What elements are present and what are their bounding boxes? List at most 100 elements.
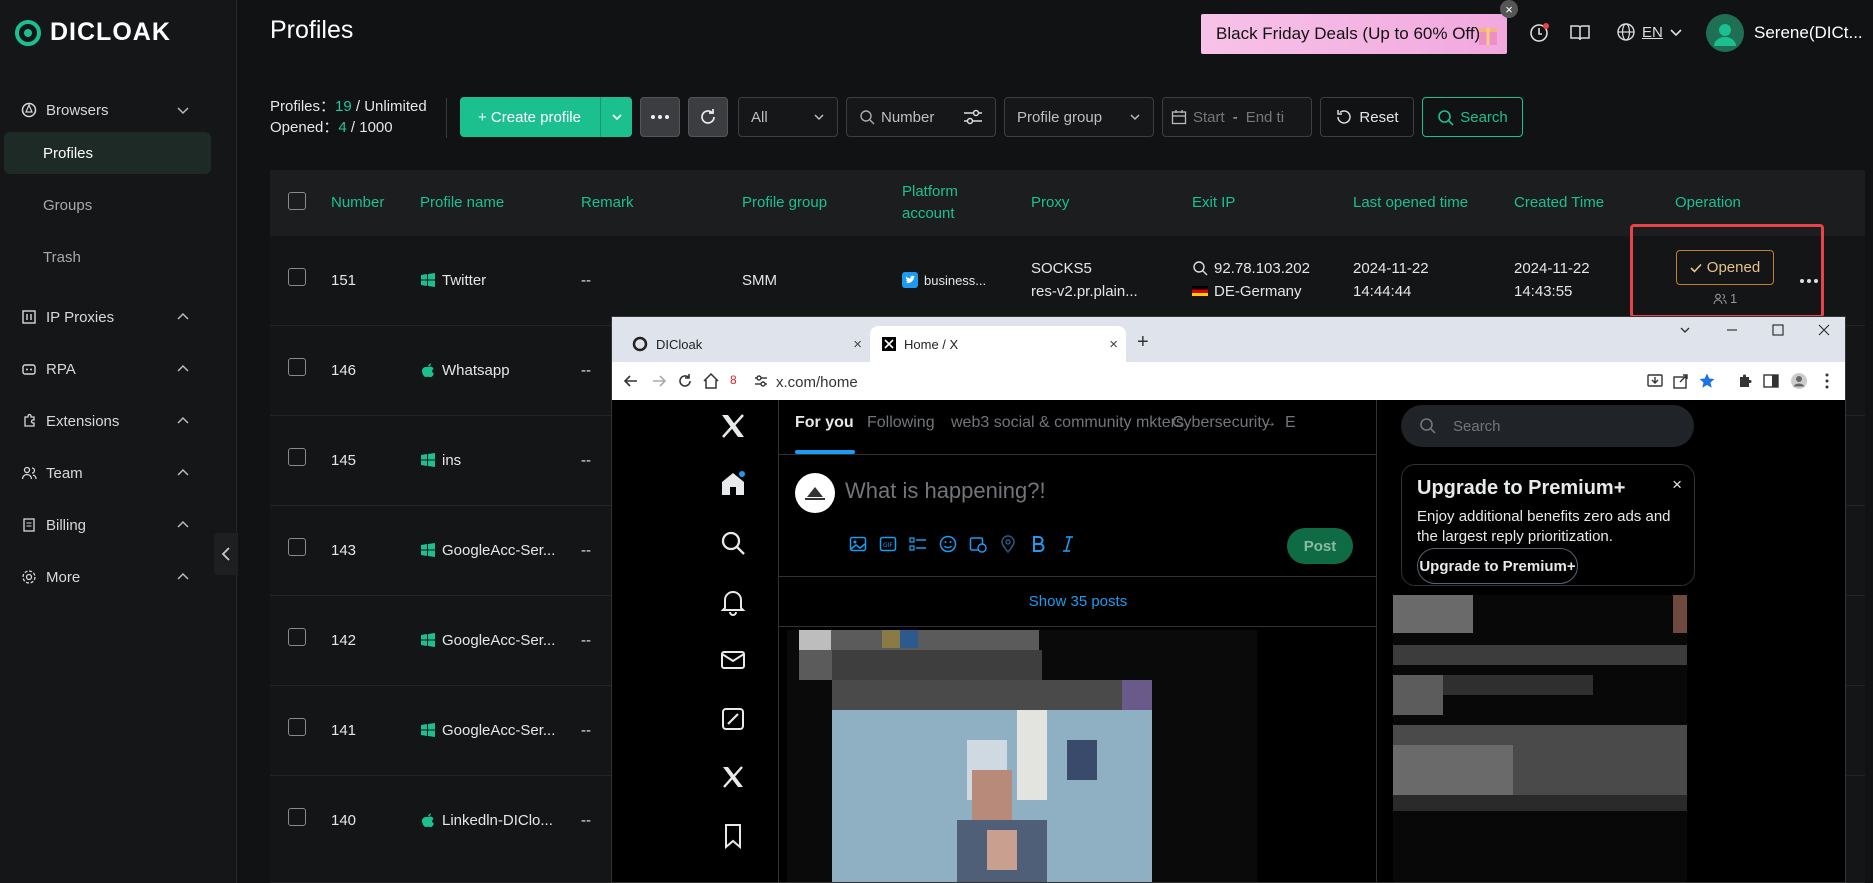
browser-tab-x[interactable]: Home / X × <box>870 326 1126 362</box>
close-icon[interactable]: × <box>1672 475 1682 495</box>
row-checkbox[interactable] <box>288 268 306 286</box>
promo-banner[interactable]: Black Friday Deals (Up to 60% Off) <box>1201 14 1507 54</box>
row-checkbox[interactable] <box>288 448 306 466</box>
composer-input[interactable]: What is happening?! <box>845 478 1046 504</box>
docs-book-icon[interactable] <box>1569 22 1591 44</box>
user-menu[interactable]: Serene(DICt... <box>1706 14 1863 52</box>
close-tab-icon[interactable]: × <box>853 336 862 353</box>
reload-icon[interactable] <box>676 372 694 390</box>
italic-icon[interactable] <box>1059 535 1077 553</box>
col-proxy[interactable]: Proxy <box>1031 170 1069 236</box>
tab-web3-social[interactable]: web3 social & community mkters <box>951 414 1184 432</box>
ip-check-icon[interactable] <box>1192 260 1208 276</box>
dicloak-logo[interactable]: DICLOAK <box>14 18 171 47</box>
cell-profile-name[interactable]: GoogleAcc-Ser... <box>420 629 555 652</box>
avatar[interactable] <box>795 473 835 513</box>
window-close-button[interactable] <box>1818 323 1830 339</box>
nav-extensions[interactable]: Extensions <box>0 401 237 441</box>
cell-profile-name[interactable]: Twitter <box>420 269 486 292</box>
language-selector[interactable]: EN <box>1616 22 1683 42</box>
status-filter-select[interactable]: All <box>738 97 838 137</box>
cell-platform-account[interactable]: business... <box>902 269 986 292</box>
cell-profile-name[interactable]: GoogleAcc-Ser... <box>420 539 555 562</box>
gif-icon[interactable]: GIF <box>879 535 897 553</box>
back-arrow-icon[interactable] <box>622 372 640 390</box>
date-end[interactable]: End ti <box>1246 109 1284 126</box>
sidebar-item-trash[interactable]: Trash <box>4 236 211 278</box>
promo-close-button[interactable]: × <box>1500 0 1518 18</box>
close-tab-icon[interactable]: × <box>1109 336 1118 353</box>
poll-icon[interactable] <box>909 535 927 553</box>
bell-icon[interactable] <box>719 588 747 616</box>
col-exit-ip[interactable]: Exit IP <box>1192 170 1235 236</box>
extension-badge[interactable]: 8 <box>730 373 737 387</box>
row-checkbox[interactable] <box>288 358 306 376</box>
location-icon[interactable] <box>999 535 1017 553</box>
browser-window[interactable]: DICloak × Home / X × + 8 x.com/home For … <box>611 316 1846 883</box>
col-platform-account[interactable]: Platform account <box>902 170 972 236</box>
profile-avatar-icon[interactable] <box>1790 372 1808 390</box>
number-search-input[interactable]: Number <box>846 97 996 137</box>
cell-profile-name[interactable]: Whatsapp <box>420 359 510 382</box>
cell-profile-name[interactable]: ins <box>420 449 461 472</box>
cell-profile-name[interactable]: GoogleAcc-Ser... <box>420 719 555 742</box>
x-search-input[interactable]: Search <box>1401 405 1694 447</box>
col-profile-name[interactable]: Profile name <box>420 170 504 236</box>
bookmark-star-icon[interactable] <box>1698 372 1716 390</box>
install-app-icon[interactable] <box>1646 372 1664 390</box>
sidebar-item-groups[interactable]: Groups <box>4 184 211 226</box>
nav-browsers[interactable]: Browsers <box>0 90 237 130</box>
home-icon[interactable] <box>719 470 747 498</box>
tab-following[interactable]: Following <box>867 414 935 432</box>
tabs-scroll-arrow-icon[interactable]: → <box>1261 414 1277 432</box>
forward-arrow-icon[interactable] <box>650 372 668 390</box>
sidebar-item-profiles[interactable]: Profiles <box>4 132 211 174</box>
row-checkbox[interactable] <box>288 718 306 736</box>
show-posts-button[interactable]: Show 35 posts <box>779 577 1377 627</box>
bold-icon[interactable] <box>1029 535 1047 553</box>
tab-search-icon[interactable] <box>1679 323 1691 339</box>
nav-team[interactable]: Team <box>0 453 237 493</box>
nav-more[interactable]: More <box>0 557 237 597</box>
table-row[interactable]: 151 Twitter -- SMM business... SOCKS5 re… <box>270 236 1865 326</box>
date-range-picker[interactable]: Start - End ti <box>1162 97 1312 137</box>
home-icon[interactable] <box>702 372 720 390</box>
col-number[interactable]: Number <box>331 170 384 236</box>
col-profile-group[interactable]: Profile group <box>742 170 827 236</box>
mail-icon[interactable] <box>719 646 747 674</box>
url-bar[interactable]: x.com/home <box>776 368 1576 396</box>
row-checkbox[interactable] <box>288 808 306 826</box>
search-icon[interactable] <box>719 529 747 557</box>
tab-cybersecurity[interactable]: Cybersecurity <box>1172 414 1270 432</box>
minimize-button[interactable] <box>1726 323 1738 339</box>
browser-menu-icon[interactable] <box>1818 372 1836 390</box>
row-checkbox[interactable] <box>288 628 306 646</box>
select-all-checkbox[interactable] <box>288 192 306 210</box>
notification-icon[interactable] <box>1528 22 1550 44</box>
col-created[interactable]: Created Time <box>1514 170 1604 236</box>
nav-ip-proxies[interactable]: IP Proxies <box>0 297 237 337</box>
nav-rpa[interactable]: RPA <box>0 349 237 389</box>
chevron-down-icon[interactable] <box>600 97 632 137</box>
col-last-opened[interactable]: Last opened time <box>1353 170 1468 236</box>
refresh-button[interactable] <box>688 97 728 137</box>
cell-profile-name[interactable]: Linkedln-DIClo... <box>420 809 553 832</box>
x-logo-icon[interactable] <box>719 412 747 440</box>
reset-button[interactable]: Reset <box>1320 97 1414 137</box>
row-checkbox[interactable] <box>288 538 306 556</box>
side-panel-icon[interactable] <box>1762 372 1780 390</box>
grok-icon[interactable] <box>719 705 747 733</box>
date-start[interactable]: Start <box>1193 109 1225 126</box>
x-premium-icon[interactable] <box>719 763 747 791</box>
profile-group-select[interactable]: Profile group <box>1004 97 1154 137</box>
extension-puzzle-icon[interactable] <box>1736 372 1754 390</box>
upgrade-premium-button[interactable]: Upgrade to Premium+ <box>1417 548 1578 584</box>
schedule-icon[interactable] <box>969 535 987 553</box>
emoji-icon[interactable] <box>939 535 957 553</box>
post-button[interactable]: Post <box>1287 528 1353 564</box>
image-icon[interactable] <box>849 535 867 553</box>
maximize-button[interactable] <box>1772 323 1784 339</box>
more-actions-button[interactable] <box>640 97 680 137</box>
tab-truncated[interactable]: E <box>1285 414 1296 432</box>
create-profile-button[interactable]: + Create profile <box>460 97 632 137</box>
